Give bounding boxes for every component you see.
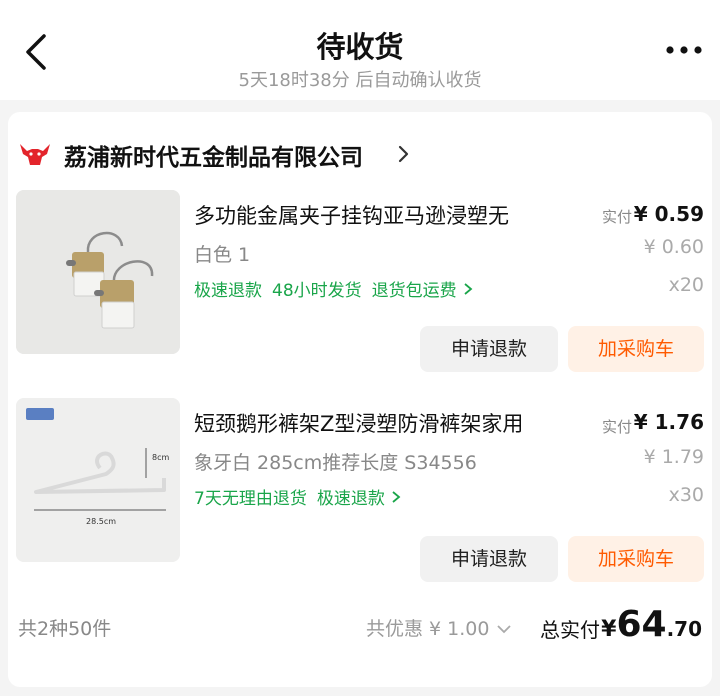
- add-to-purchase-cart-button[interactable]: 加采购车: [568, 536, 704, 582]
- paid-label: 实付: [601, 208, 632, 226]
- quantity: x30: [668, 484, 704, 506]
- paid-amount: ¥ 0.59: [633, 202, 704, 226]
- original-price: ¥ 1.79: [643, 446, 704, 468]
- paid-amount: ¥ 1.76: [633, 410, 704, 434]
- product-name[interactable]: 多功能金属夹子挂钩亚马逊浸塑无: [194, 200, 584, 230]
- page-title: 待收货: [316, 30, 404, 64]
- request-refund-button[interactable]: 申请退款: [420, 326, 558, 372]
- product-spec: 白色 1: [194, 244, 251, 266]
- discount-summary[interactable]: 共优惠 ¥ 1.00: [366, 614, 512, 641]
- service-tags[interactable]: 极速退款 48小时发货 退货包运费: [194, 276, 474, 301]
- quantity: x20: [668, 274, 704, 296]
- tag-48h-shipping: 48小时发货: [272, 281, 362, 301]
- auto-confirm-countdown: 5天18时38分 后自动确认收货: [238, 70, 482, 91]
- height-dimension-label: 8cm: [152, 453, 169, 462]
- store-name[interactable]: 荔浦新时代五金制品有限公司: [64, 138, 363, 172]
- order-summary: 共2种50件 共优惠 ¥ 1.00 总实付 ¥64.70: [8, 604, 712, 648]
- discount-text: 共优惠 ¥ 1.00: [366, 618, 490, 640]
- tag-7day-return: 7天无理由退货: [194, 489, 307, 509]
- total-amount: ¥64.70: [601, 604, 702, 645]
- add-to-purchase-cart-button[interactable]: 加采购车: [568, 326, 704, 372]
- order-card: 荔浦新时代五金制品有限公司 多功能金属夹子挂钩亚马逊浸塑无 白色 1 极速退款 4…: [8, 112, 712, 687]
- chevron-right-icon: [398, 145, 409, 163]
- product-spec: 象牙白 285cm推荐长度 S34556: [194, 452, 477, 474]
- paid-label: 实付: [601, 418, 632, 436]
- chevron-down-icon: [496, 625, 511, 634]
- more-options-icon[interactable]: [662, 40, 706, 60]
- chevron-right-icon: [464, 283, 473, 295]
- request-refund-button[interactable]: 申请退款: [420, 536, 558, 582]
- tag-free-return-shipping: 退货包运费: [371, 281, 457, 301]
- total-integer: 64: [616, 604, 667, 645]
- header: 待收货 5天18时38分 后自动确认收货: [0, 0, 720, 100]
- tag-fast-refund: 极速退款: [316, 489, 385, 509]
- service-tags[interactable]: 7天无理由退货 极速退款: [194, 484, 402, 509]
- store-logo-icon: [20, 144, 50, 165]
- product-name[interactable]: 短颈鹅形裤架Z型浸塑防滑裤架家用: [194, 408, 584, 438]
- total-decimal: .70: [666, 617, 702, 641]
- total-label: 总实付: [540, 618, 600, 642]
- product-image-clip-hook[interactable]: [16, 190, 180, 354]
- tag-fast-refund: 极速退款: [194, 281, 262, 301]
- width-dimension-label: 28.5cm: [86, 517, 116, 526]
- chevron-right-icon: [392, 491, 401, 503]
- product-image-pants-hanger[interactable]: 8cm 28.5cm: [16, 398, 180, 562]
- total-currency: ¥: [601, 617, 617, 642]
- store-row[interactable]: 荔浦新时代五金制品有限公司: [18, 136, 438, 172]
- original-price: ¥ 0.60: [643, 236, 704, 258]
- item-count: 共2种50件: [18, 618, 112, 640]
